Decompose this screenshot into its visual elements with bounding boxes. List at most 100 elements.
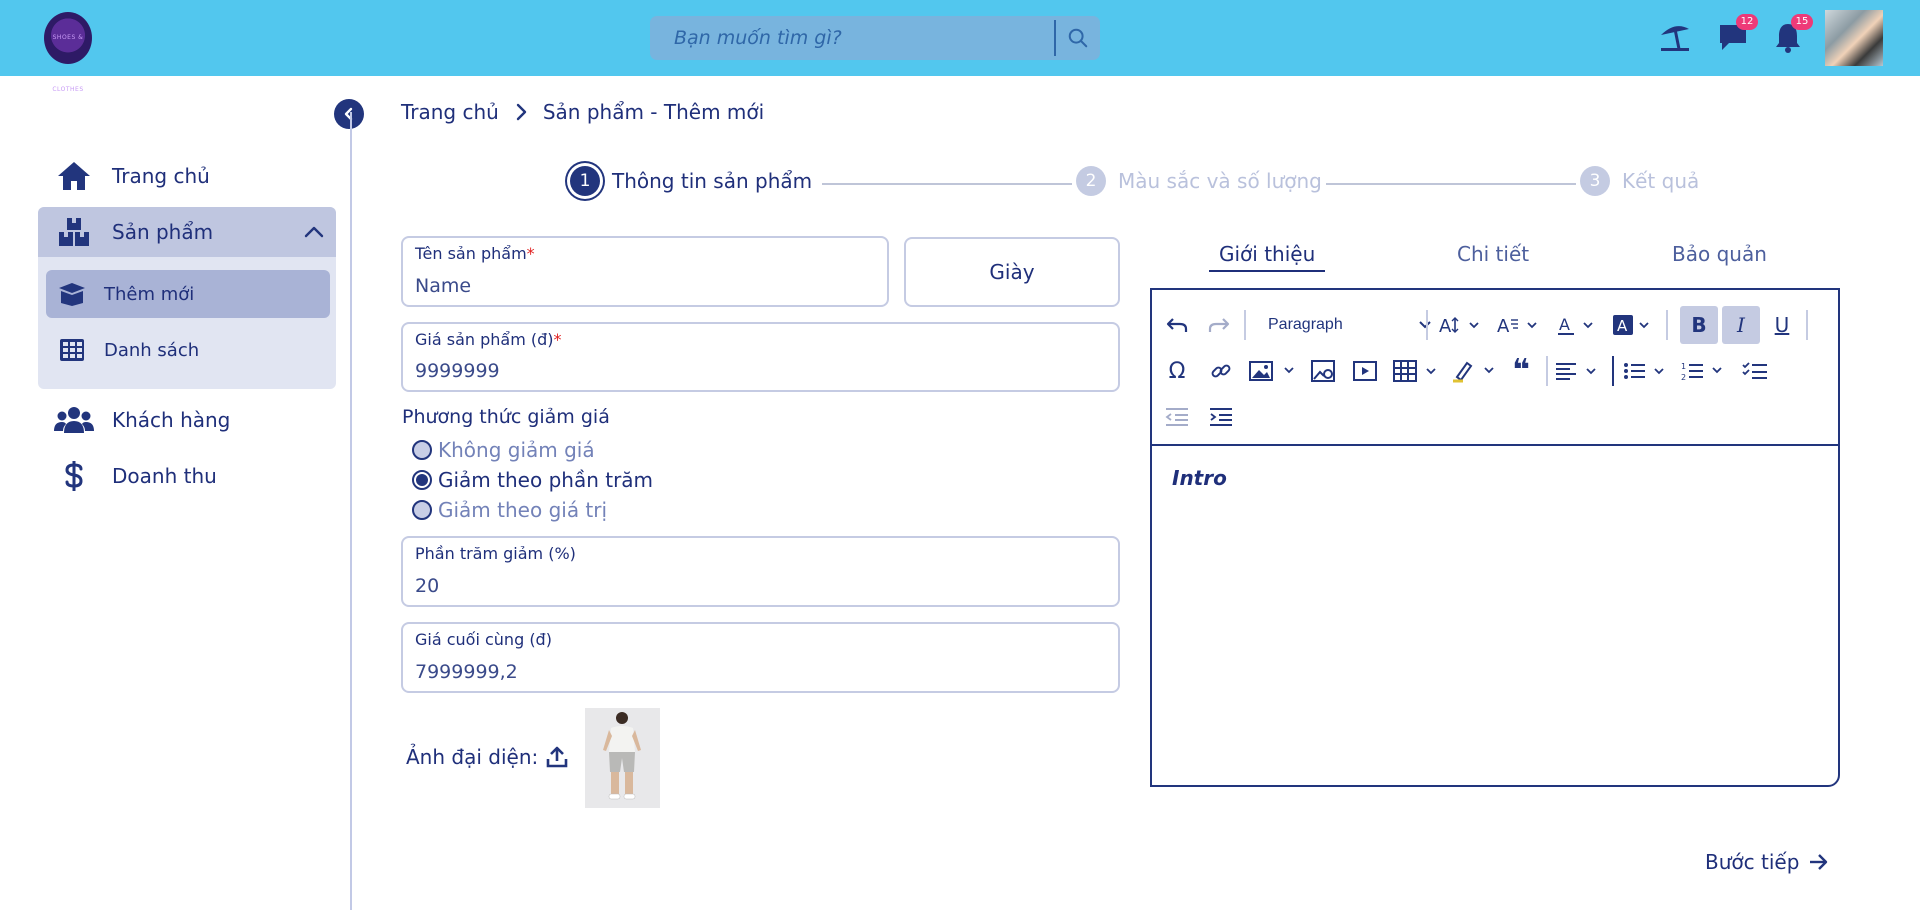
price-field: Giá sản phẩm (đ)* — [401, 322, 1120, 392]
collapse-sidebar-button[interactable] — [334, 99, 364, 129]
step-2: 2 Màu sắc và số lượng — [1076, 166, 1322, 196]
tab-details[interactable]: Chi tiết — [1457, 242, 1529, 266]
discount-method-title: Phương thức giảm giá — [402, 406, 610, 428]
underline-icon: U — [1774, 313, 1790, 337]
heading-select[interactable]: Paragraph — [1260, 308, 1440, 342]
product-avatar-upload: Ảnh đại diện: — [406, 745, 568, 769]
redo-button[interactable] — [1204, 308, 1234, 342]
tab-intro[interactable]: Giới thiệu — [1209, 242, 1326, 272]
boxes-icon — [48, 216, 100, 248]
sidebar-item-label: Sản phẩm — [112, 220, 214, 244]
video-icon — [1353, 361, 1377, 381]
sidebar-item-customers[interactable]: Khách hàng — [38, 395, 336, 445]
italic-icon: I — [1737, 313, 1745, 337]
indent-button[interactable] — [1206, 400, 1236, 434]
radio-label: Giảm theo phần trăm — [438, 468, 654, 492]
underline-button[interactable]: U — [1764, 306, 1800, 344]
product-photo-image — [585, 708, 660, 808]
search-input[interactable] — [650, 16, 1054, 60]
outdent-button[interactable] — [1162, 400, 1192, 434]
open-box-icon — [52, 281, 92, 307]
bold-button[interactable]: B — [1680, 306, 1718, 344]
insert-table-dropdown[interactable] — [1392, 354, 1442, 388]
sidebar-item-list[interactable]: Danh sách — [46, 326, 330, 374]
sidebar-item-add-new[interactable]: Thêm mới — [46, 270, 330, 318]
notifications-button[interactable]: 15 — [1769, 14, 1813, 56]
highlighter-icon — [1453, 361, 1494, 383]
discount-option-none[interactable]: Không giảm giá — [412, 438, 595, 462]
price-input[interactable] — [415, 360, 1106, 382]
editor-content-area[interactable]: Intro — [1172, 466, 1227, 490]
highlight-dropdown[interactable] — [1450, 354, 1500, 388]
step-connector — [822, 183, 1072, 185]
step-label: Màu sắc và số lượng — [1118, 169, 1322, 193]
step-connector — [1326, 183, 1576, 185]
font-size-dropdown[interactable]: A — [1436, 308, 1486, 342]
undo-button[interactable] — [1162, 308, 1192, 342]
sidebar-item-home[interactable]: Trang chủ — [38, 151, 336, 201]
step-number: 3 — [1580, 166, 1610, 196]
beach-button[interactable] — [1656, 18, 1694, 56]
image-upload-icon — [1249, 361, 1294, 381]
alignment-dropdown[interactable] — [1554, 354, 1604, 388]
media-embed-button[interactable] — [1350, 354, 1380, 388]
svg-text:A: A — [1559, 315, 1570, 334]
product-name-input[interactable] — [415, 275, 875, 297]
font-family-dropdown[interactable]: A — [1494, 308, 1544, 342]
user-avatar[interactable] — [1825, 10, 1883, 66]
search-button[interactable] — [1056, 16, 1100, 60]
grid-icon — [52, 338, 92, 362]
category-value: Giày — [989, 260, 1035, 284]
numbered-list-icon: 12 — [1681, 362, 1722, 382]
radio-button[interactable] — [412, 470, 432, 490]
outdent-icon — [1165, 408, 1188, 426]
final-price-input[interactable] — [415, 661, 1106, 683]
toolbar-separator — [1546, 356, 1548, 386]
brand-logo[interactable]: SHOES & CLOTHES — [44, 12, 92, 93]
font-family-icon: A — [1497, 316, 1537, 336]
step-number: 2 — [1076, 166, 1106, 196]
field-label: Giá sản phẩm (đ)* — [415, 330, 562, 349]
upload-icon[interactable] — [546, 746, 568, 768]
users-icon — [48, 405, 100, 435]
bulleted-list-dropdown[interactable] — [1622, 354, 1672, 388]
step-1: 1 Thông tin sản phẩm — [570, 166, 812, 196]
todo-list-button[interactable] — [1740, 354, 1770, 388]
rich-text-editor: Paragraph A A A A B I U Ω ❝ 1 2 Intro — [1150, 288, 1840, 787]
radio-button[interactable] — [412, 500, 432, 520]
discount-percent-input[interactable] — [415, 575, 1106, 597]
field-label: Tên sản phẩm* — [415, 244, 535, 263]
redo-icon — [1208, 318, 1230, 332]
bold-icon: B — [1691, 313, 1707, 337]
quote-icon: ❝ — [1512, 353, 1530, 388]
toolbar-separator — [1612, 356, 1614, 386]
sidebar-item-products[interactable]: Sản phẩm — [38, 207, 336, 257]
step-3: 3 Kết quả — [1580, 166, 1699, 196]
breadcrumb: Trang chủ Sản phẩm - Thêm mới — [401, 100, 764, 124]
font-color-dropdown[interactable]: A — [1554, 308, 1604, 342]
svg-text:A: A — [1439, 316, 1452, 336]
tab-care[interactable]: Bảo quản — [1672, 242, 1767, 266]
italic-button[interactable]: I — [1722, 306, 1760, 344]
breadcrumb-home-link[interactable]: Trang chủ — [401, 100, 499, 124]
undo-icon — [1166, 318, 1188, 332]
blockquote-button[interactable]: ❝ — [1506, 354, 1536, 388]
discount-option-value[interactable]: Giảm theo giá trị — [412, 498, 607, 522]
chevron-left-icon — [344, 107, 353, 121]
background-color-dropdown[interactable]: A — [1610, 308, 1660, 342]
breadcrumb-current: Sản phẩm - Thêm mới — [542, 100, 765, 124]
numbered-list-dropdown[interactable]: 12 — [1680, 354, 1730, 388]
toolbar-separator — [1426, 310, 1428, 340]
category-select[interactable]: Giày — [904, 237, 1120, 307]
next-step-button[interactable]: Bước tiếp — [1705, 850, 1829, 874]
link-button[interactable] — [1206, 354, 1236, 388]
insert-image-dropdown[interactable] — [1248, 354, 1300, 388]
messages-button[interactable]: 12 — [1714, 14, 1758, 56]
sidebar-item-label: Doanh thu — [112, 464, 217, 488]
image-link-button[interactable] — [1308, 354, 1338, 388]
radio-button[interactable] — [412, 440, 432, 460]
special-char-button[interactable]: Ω — [1162, 354, 1192, 388]
link-icon — [1211, 364, 1231, 378]
sidebar-item-revenue[interactable]: Doanh thu — [38, 451, 336, 501]
discount-option-percent[interactable]: Giảm theo phần trăm — [412, 468, 653, 492]
